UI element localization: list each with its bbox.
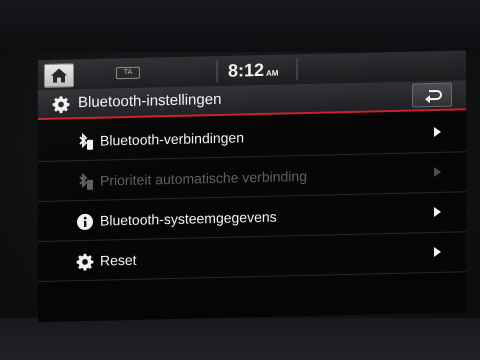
chevron-right-icon — [434, 166, 441, 178]
info-icon — [77, 213, 93, 230]
home-button[interactable] — [44, 63, 74, 88]
traffic-announcement-badge: TA — [116, 66, 140, 80]
status-divider — [296, 58, 298, 81]
menu-item-label: Bluetooth-systeemgegevens — [100, 208, 277, 229]
clock-ampm: AM — [266, 68, 279, 78]
infotainment-screen: TA 8:12 AM Bluetooth-instellingen Bluetoo… — [38, 50, 466, 322]
menu-item-label: Prioriteit automatische verbinding — [100, 167, 307, 189]
chevron-right-icon — [434, 206, 441, 218]
bezel-top — [0, 0, 480, 52]
home-icon — [51, 68, 67, 83]
page-title: Bluetooth-instellingen — [78, 90, 222, 112]
clock: 8:12 AM — [228, 59, 278, 82]
chevron-right-icon — [434, 126, 441, 138]
gear-icon — [52, 96, 70, 114]
clock-time: 8:12 — [228, 59, 265, 81]
status-divider — [216, 59, 218, 82]
settings-menu: Bluetooth-verbindingen Prioriteit automa… — [38, 112, 466, 322]
menu-item-label: Reset — [100, 251, 137, 269]
back-button[interactable] — [412, 82, 452, 108]
gear-icon — [76, 253, 94, 271]
bezel-bottom — [0, 318, 480, 360]
return-arrow-icon — [425, 89, 442, 104]
bluetooth-phone-icon — [79, 172, 93, 190]
chevron-right-icon — [434, 246, 441, 258]
menu-item-label: Bluetooth-verbindingen — [100, 129, 244, 149]
bluetooth-phone-icon — [79, 132, 93, 150]
